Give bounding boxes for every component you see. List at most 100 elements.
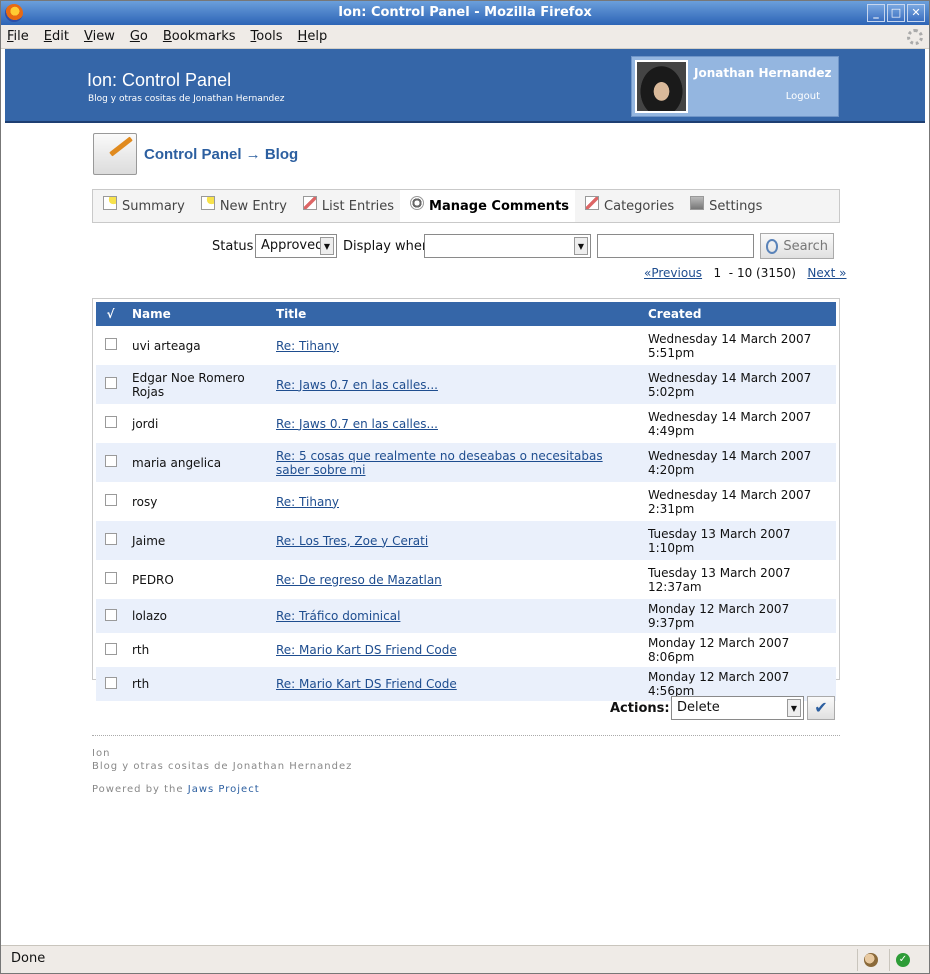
row-checkbox[interactable]: [105, 494, 117, 506]
comment-title-link[interactable]: Re: Mario Kart DS Friend Code: [276, 677, 457, 691]
comment-created: Wednesday 14 March 2007 4:49pm: [648, 409, 812, 438]
browser-window: Ion: Control Panel - Mozilla Firefox _ □…: [0, 0, 930, 974]
select-all-toggle[interactable]: √: [96, 302, 126, 326]
row-checkbox[interactable]: [105, 533, 117, 545]
comment-created: Wednesday 14 March 2007 2:31pm: [648, 487, 812, 516]
row-checkbox[interactable]: [105, 608, 117, 621]
filter-row: Status Approved ▼ Display when ▼ Search: [5, 233, 925, 263]
row-checkbox[interactable]: [105, 455, 117, 467]
table-row: rth Re: Mario Kart DS Friend Code Monday…: [96, 633, 836, 667]
chevron-down-icon: ▼: [787, 699, 801, 717]
status-secure[interactable]: ✓: [889, 949, 915, 971]
search-icon: [766, 238, 779, 254]
firefox-icon: [5, 4, 23, 22]
status-select[interactable]: Approved ▼: [255, 234, 337, 258]
tab-summary[interactable]: Summary: [93, 190, 191, 222]
actions-select[interactable]: Delete ▼: [671, 696, 804, 720]
row-checkbox[interactable]: [105, 642, 117, 655]
previous-link[interactable]: «Previous: [644, 266, 702, 280]
site-subtitle: Blog y otras cositas de Jonathan Hernand…: [88, 94, 285, 104]
comment-author: rth: [132, 643, 150, 657]
tab-new-entry[interactable]: New Entry: [191, 190, 293, 222]
comment-author: uvi arteaga: [132, 338, 201, 353]
menu-go[interactable]: Go: [130, 29, 148, 44]
user-name: Jonathan Hernandez: [694, 66, 832, 80]
row-checkbox[interactable]: [105, 377, 117, 389]
chevron-down-icon: ▼: [320, 237, 334, 255]
comment-created: Wednesday 14 March 2007 5:02pm: [648, 370, 812, 399]
tab-categories[interactable]: Categories: [575, 190, 680, 222]
table-row: Edgar Noe Romero Rojas Re: Jaws 0.7 en l…: [96, 365, 836, 404]
checkmark-icon: ✔: [814, 698, 828, 717]
minimize-button[interactable]: _: [867, 4, 885, 22]
display-when-label: Display when: [343, 239, 431, 254]
logout-link[interactable]: Logout: [786, 91, 820, 102]
page-title[interactable]: Control Panel → Blog: [144, 146, 298, 163]
pager: «Previous 1 - 10 (3150) Next »: [644, 266, 847, 280]
apply-action-button[interactable]: ✔: [807, 696, 835, 720]
footer-tagline: Blog y otras cositas de Jonathan Hernand…: [92, 761, 353, 772]
status-extension[interactable]: [857, 949, 883, 971]
list-entries-icon: [302, 196, 317, 210]
menu-file[interactable]: File: [7, 29, 29, 44]
comments-table-wrap: √ Name Title Created uvi arteaga Re: Tih…: [92, 298, 840, 701]
menu-help[interactable]: Help: [298, 29, 328, 44]
tab-list-entries[interactable]: List Entries: [293, 190, 400, 222]
footer-divider: [92, 735, 840, 736]
table-row: maria angelica Re: 5 cosas que realmente…: [96, 443, 836, 482]
comment-title-link[interactable]: Re: Tihany: [276, 495, 339, 509]
chevron-down-icon: ▼: [574, 237, 588, 255]
row-checkbox[interactable]: [105, 338, 117, 350]
table-row: PEDRO Re: De regreso de Mazatlan Tuesday…: [96, 560, 836, 599]
menu-view[interactable]: View: [84, 29, 115, 44]
table-row: uvi arteaga Re: Tihany Wednesday 14 Marc…: [96, 326, 836, 365]
table-row: rosy Re: Tihany Wednesday 14 March 2007 …: [96, 482, 836, 521]
search-button[interactable]: Search: [760, 233, 834, 259]
next-link[interactable]: Next »: [807, 266, 846, 280]
comment-title-link[interactable]: Re: Jaws 0.7 en las calles...: [276, 417, 438, 431]
jaws-project-link[interactable]: Jaws Project: [188, 784, 260, 795]
tab-manage-comments[interactable]: Manage Comments: [400, 190, 576, 222]
comment-title-link[interactable]: Re: Tihany: [276, 339, 339, 353]
row-checkbox[interactable]: [105, 676, 117, 689]
menu-edit[interactable]: Edit: [44, 29, 69, 44]
table-header: √ Name Title Created: [96, 302, 836, 326]
status-text: Done: [11, 951, 46, 966]
window-controls: _ □ ✕: [867, 4, 925, 22]
comment-created: Wednesday 14 March 2007 4:20pm: [648, 448, 812, 477]
current-page: 1: [713, 266, 722, 280]
powered-by: Powered by the Jaws Project: [92, 784, 260, 795]
table-row: lolazo Re: Tráfico dominical Monday 12 M…: [96, 599, 836, 633]
table-row: Jaime Re: Los Tres, Zoe y Cerati Tuesday…: [96, 521, 836, 560]
row-checkbox[interactable]: [105, 572, 117, 584]
comment-author: jordi: [132, 416, 159, 431]
comment-title-link[interactable]: Re: De regreso de Mazatlan: [276, 573, 442, 587]
status-label: Status: [212, 239, 254, 254]
menu-tools[interactable]: Tools: [251, 29, 283, 44]
display-when-select[interactable]: ▼: [424, 234, 591, 258]
site-header: Ion: Control Panel Blog y otras cositas …: [5, 49, 925, 123]
page-range: - 10 (3150): [728, 266, 796, 280]
comment-title-link[interactable]: Re: Los Tres, Zoe y Cerati: [276, 534, 428, 548]
row-checkbox[interactable]: [105, 416, 117, 428]
comment-title-link[interactable]: Re: Mario Kart DS Friend Code: [276, 643, 457, 657]
column-created: Created: [648, 307, 702, 321]
check-icon: ✓: [896, 953, 910, 967]
categories-icon: [585, 196, 600, 210]
comment-title-link[interactable]: Re: Jaws 0.7 en las calles...: [276, 378, 438, 392]
menu-bookmarks[interactable]: Bookmarks: [163, 29, 236, 44]
search-input[interactable]: [597, 234, 754, 258]
settings-icon: [690, 196, 705, 210]
status-bar: Done ✓: [1, 945, 929, 973]
footer-site-name: Ion: [92, 748, 111, 759]
comment-title-link[interactable]: Re: 5 cosas que realmente no deseabas o …: [276, 449, 603, 477]
maximize-button[interactable]: □: [887, 4, 905, 22]
actions-label: Actions:: [610, 701, 670, 716]
summary-icon: [103, 196, 117, 210]
tab-settings[interactable]: Settings: [680, 190, 768, 222]
close-button[interactable]: ✕: [907, 4, 925, 22]
comment-author: lolazo: [132, 609, 168, 623]
comment-author: rth: [132, 677, 150, 691]
comment-title-link[interactable]: Re: Tráfico dominical: [276, 609, 400, 623]
comment-created: Tuesday 13 March 2007 12:37am: [648, 565, 791, 594]
